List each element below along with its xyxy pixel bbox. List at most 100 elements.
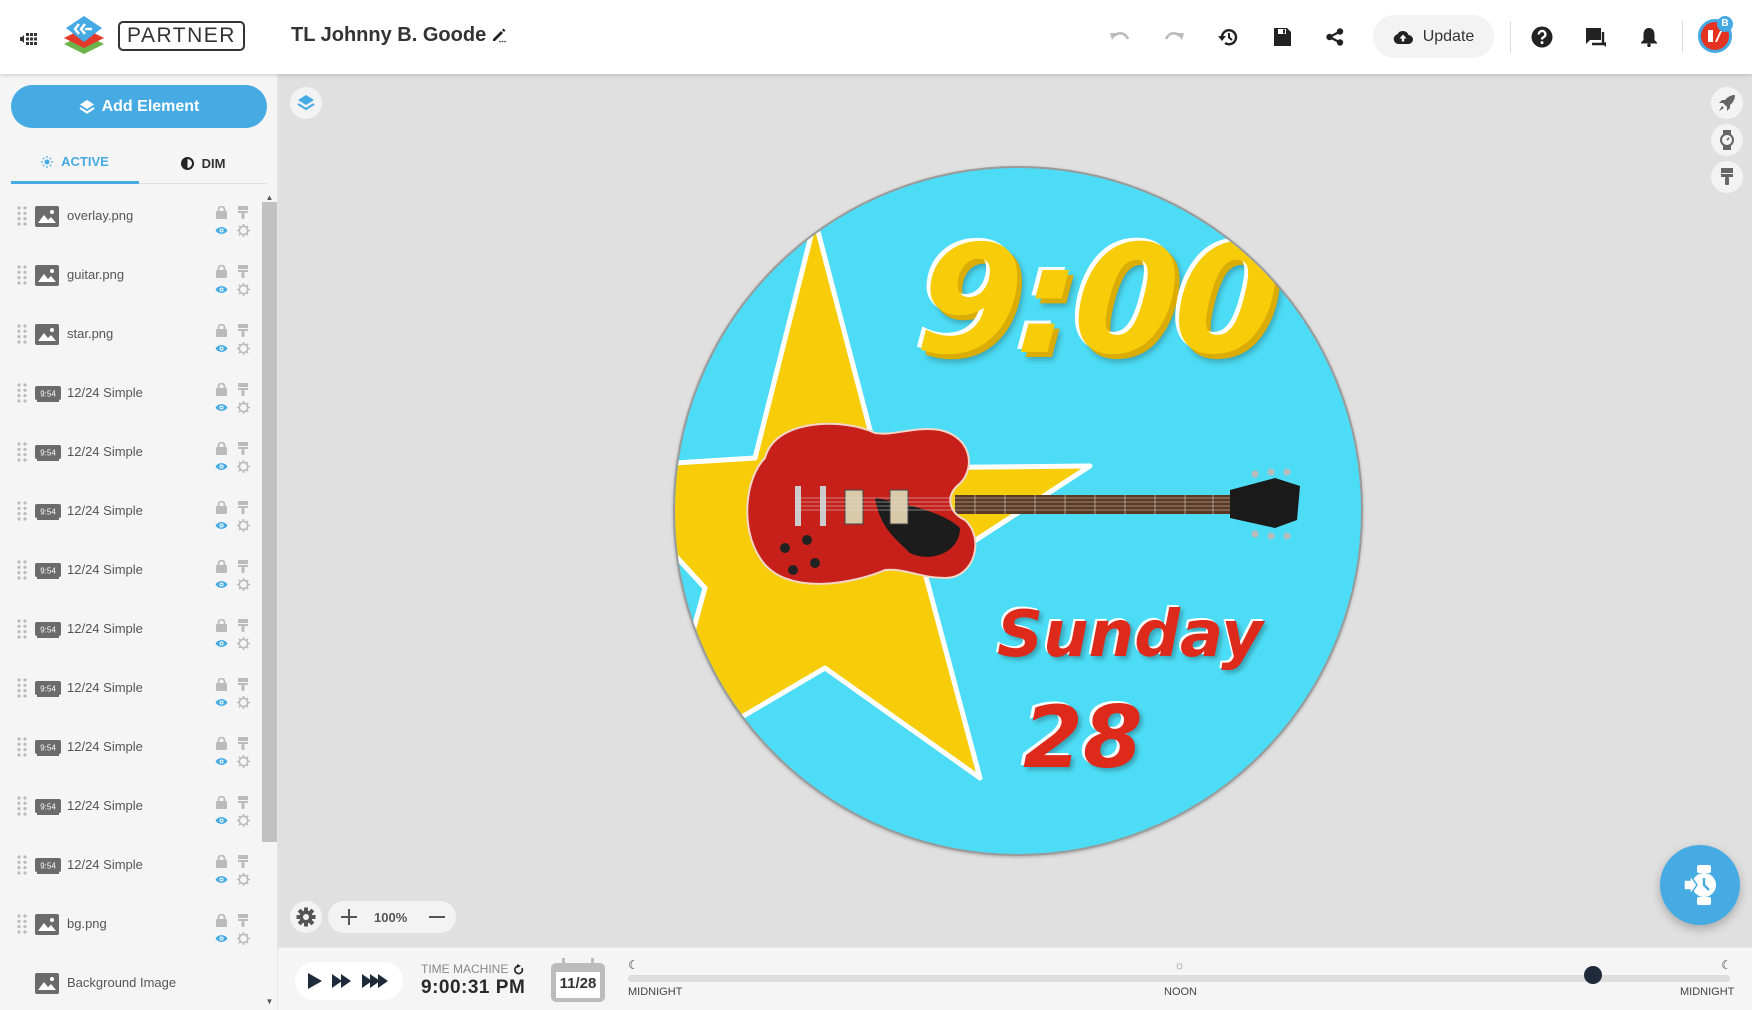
layer-row[interactable]: 9:54 12/24 Simple — [0, 841, 262, 900]
layer-row[interactable]: star.png — [0, 310, 262, 369]
paint-brush-icon[interactable] — [236, 323, 250, 337]
scroll-down-arrow[interactable]: ▼ — [262, 994, 277, 1008]
paint-brush-icon[interactable] — [236, 913, 250, 927]
layer-settings-gear-icon[interactable] — [236, 636, 250, 650]
paint-brush-icon[interactable] — [236, 441, 250, 455]
layer-settings-gear-icon[interactable] — [236, 341, 250, 355]
lock-icon[interactable] — [214, 913, 228, 927]
lock-icon[interactable] — [214, 854, 228, 868]
time-slider-track[interactable] — [628, 975, 1730, 982]
play-button[interactable] — [307, 971, 323, 991]
faster-forward-button[interactable] — [361, 971, 391, 991]
time-slider-handle[interactable] — [1583, 966, 1602, 984]
paint-brush-icon[interactable] — [236, 677, 250, 691]
scrollbar-thumb[interactable] — [262, 202, 277, 842]
layer-settings-gear-icon[interactable] — [236, 459, 250, 473]
reset-time-icon[interactable] — [513, 963, 524, 975]
lock-icon[interactable] — [214, 559, 228, 573]
lock-icon[interactable] — [214, 382, 228, 396]
lock-icon[interactable] — [214, 323, 228, 337]
pencil-icon[interactable] — [486, 22, 512, 48]
lock-icon[interactable] — [214, 677, 228, 691]
tab-dim[interactable]: DIM — [139, 142, 267, 184]
fast-forward-button[interactable] — [331, 971, 353, 991]
watch-face-preview[interactable]: 9:00 Sunday 28 — [673, 166, 1363, 856]
paint-brush-icon[interactable] — [236, 736, 250, 750]
lock-icon[interactable] — [214, 618, 228, 632]
add-element-button[interactable]: Add Element — [11, 85, 267, 128]
share-icon[interactable] — [1322, 24, 1348, 50]
layer-settings-gear-icon[interactable] — [236, 400, 250, 414]
visibility-eye-icon[interactable] — [214, 931, 228, 945]
layers-toggle-button[interactable] — [290, 87, 322, 119]
publish-button[interactable] — [1711, 87, 1743, 119]
bell-icon[interactable] — [1636, 24, 1662, 50]
layer-row[interactable]: Background Image — [0, 959, 262, 1010]
layer-row[interactable]: 9:54 12/24 Simple — [0, 782, 262, 841]
visibility-eye-icon[interactable] — [214, 813, 228, 827]
paint-brush-icon[interactable] — [236, 795, 250, 809]
zoom-out-button[interactable] — [422, 901, 452, 933]
drag-handle-icon[interactable] — [17, 442, 27, 462]
drag-handle-icon[interactable] — [17, 678, 27, 698]
visibility-eye-icon[interactable] — [214, 282, 228, 296]
lock-icon[interactable] — [214, 264, 228, 278]
drag-handle-icon[interactable] — [17, 737, 27, 757]
lock-icon[interactable] — [214, 795, 228, 809]
layer-settings-gear-icon[interactable] — [236, 282, 250, 296]
undo-icon[interactable] — [1107, 24, 1133, 50]
layer-settings-gear-icon[interactable] — [236, 518, 250, 532]
visibility-eye-icon[interactable] — [214, 518, 228, 532]
layer-settings-gear-icon[interactable] — [236, 931, 250, 945]
tab-active[interactable]: ACTIVE — [11, 142, 139, 184]
drag-handle-icon[interactable] — [17, 914, 27, 934]
drag-handle-icon[interactable] — [17, 501, 27, 521]
layer-row[interactable]: guitar.png — [0, 251, 262, 310]
visibility-eye-icon[interactable] — [214, 754, 228, 768]
layer-settings-gear-icon[interactable] — [236, 813, 250, 827]
visibility-eye-icon[interactable] — [214, 223, 228, 237]
layer-row[interactable]: overlay.png — [0, 192, 262, 251]
paint-brush-icon[interactable] — [236, 382, 250, 396]
visibility-eye-icon[interactable] — [214, 695, 228, 709]
redo-icon[interactable] — [1161, 24, 1187, 50]
drag-handle-icon[interactable] — [17, 265, 27, 285]
drag-handle-icon[interactable] — [17, 855, 27, 875]
paint-brush-icon[interactable] — [236, 559, 250, 573]
paint-brush-icon[interactable] — [236, 618, 250, 632]
lock-icon[interactable] — [214, 500, 228, 514]
theme-brush-button[interactable] — [1711, 161, 1743, 193]
visibility-eye-icon[interactable] — [214, 459, 228, 473]
canvas-settings-button[interactable] — [290, 901, 322, 933]
lock-icon[interactable] — [214, 441, 228, 455]
drag-handle-icon[interactable] — [17, 560, 27, 580]
visibility-eye-icon[interactable] — [214, 636, 228, 650]
update-button[interactable]: Update — [1373, 15, 1494, 58]
watch-preview-button[interactable] — [1711, 124, 1743, 156]
drag-handle-icon[interactable] — [17, 619, 27, 639]
apps-menu-icon[interactable] — [16, 26, 42, 52]
lock-icon[interactable] — [214, 205, 228, 219]
history-icon[interactable] — [1215, 24, 1241, 50]
layer-row[interactable]: 9:54 12/24 Simple — [0, 605, 262, 664]
layer-settings-gear-icon[interactable] — [236, 695, 250, 709]
layer-settings-gear-icon[interactable] — [236, 754, 250, 768]
save-icon[interactable] — [1269, 24, 1295, 50]
app-logo[interactable] — [62, 14, 106, 60]
drag-handle-icon[interactable] — [17, 796, 27, 816]
help-icon[interactable] — [1529, 24, 1555, 50]
paint-brush-icon[interactable] — [236, 205, 250, 219]
paint-brush-icon[interactable] — [236, 500, 250, 514]
chat-icon[interactable] — [1583, 24, 1609, 50]
lock-icon[interactable] — [214, 736, 228, 750]
date-picker[interactable]: 11/28 — [550, 958, 606, 1003]
layer-row[interactable]: 9:54 12/24 Simple — [0, 369, 262, 428]
layer-settings-gear-icon[interactable] — [236, 223, 250, 237]
layer-settings-gear-icon[interactable] — [236, 872, 250, 886]
layer-row[interactable]: 9:54 12/24 Simple — [0, 487, 262, 546]
layer-row[interactable]: 9:54 12/24 Simple — [0, 664, 262, 723]
layer-row[interactable]: 9:54 12/24 Simple — [0, 723, 262, 782]
visibility-eye-icon[interactable] — [214, 400, 228, 414]
zoom-in-button[interactable] — [334, 901, 364, 933]
send-to-watch-button[interactable] — [1660, 845, 1740, 925]
